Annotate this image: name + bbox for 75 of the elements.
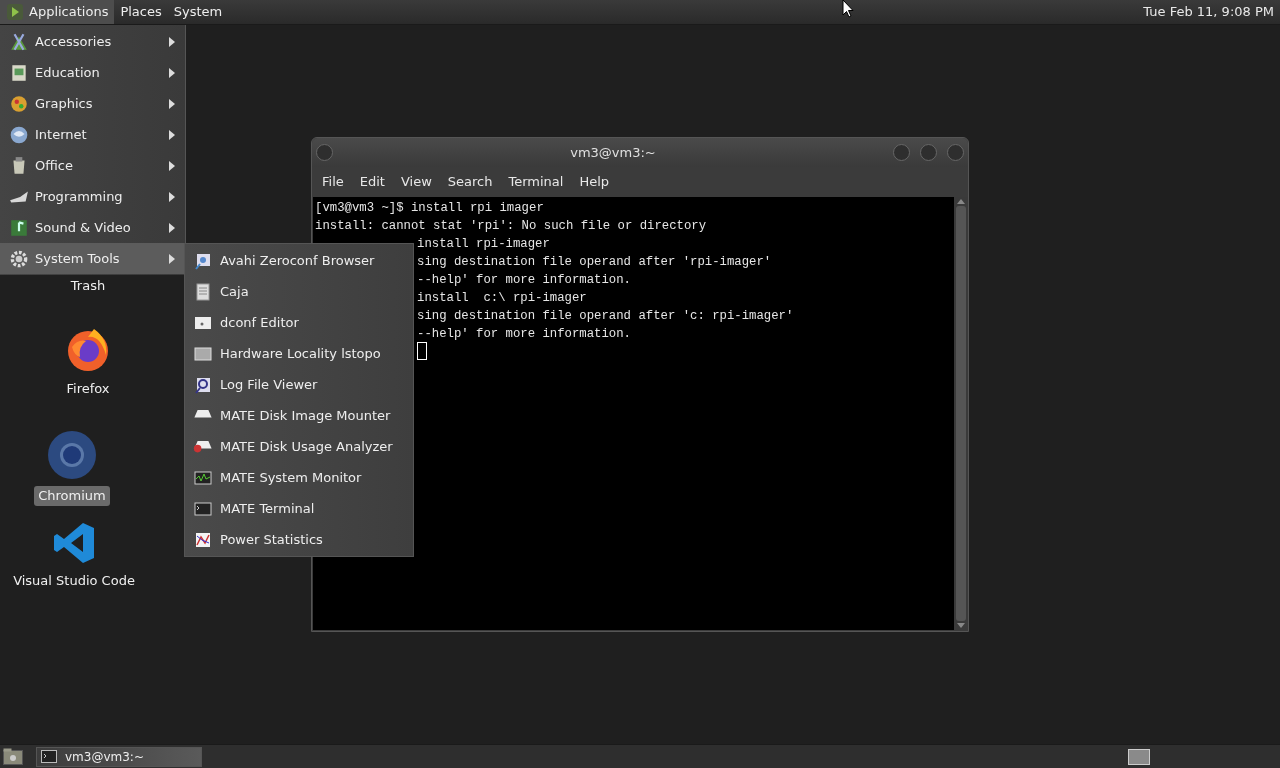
panel-menu[interactable]: System xyxy=(167,0,229,24)
menu-item[interactable]: MATE Disk Image Mounter xyxy=(185,400,413,431)
terminal-line: --help' for more information. xyxy=(417,272,631,289)
palette-icon xyxy=(9,93,29,114)
menu-item[interactable]: Avahi Zeroconf Browser xyxy=(185,245,413,276)
menu-item[interactable]: Hardware Locality lstopo xyxy=(185,338,413,369)
submenu-arrow-icon xyxy=(169,191,175,202)
submenu-arrow-icon xyxy=(169,222,175,233)
taskbar-button[interactable]: vm3@vm3:~ xyxy=(36,746,202,767)
menu-item[interactable]: Graphics xyxy=(0,88,185,119)
desktop-icon-label[interactable]: Firefox xyxy=(62,379,114,399)
browser-circle-icon xyxy=(47,430,97,480)
show-desktop-icon[interactable] xyxy=(3,748,23,765)
monitor-graph-icon xyxy=(193,468,213,487)
submenu-arrow-icon xyxy=(169,36,175,47)
menu-item[interactable]: Accessories xyxy=(0,26,185,57)
workspace-switcher[interactable] xyxy=(1128,748,1150,765)
mate-logo-icon xyxy=(6,3,24,21)
terminal-line: sing destination file operand after 'rpi-imager' xyxy=(417,254,772,271)
globe-icon xyxy=(9,124,29,145)
chart-icon xyxy=(193,530,213,549)
terminal-icon xyxy=(41,750,57,763)
menu-item[interactable]: Internet xyxy=(0,119,185,150)
clock[interactable]: Tue Feb 11, 9:08 PM xyxy=(1143,2,1280,22)
terminal-line: install: cannot stat 'rpi': No such file or directory xyxy=(315,218,707,235)
menu-item[interactable]: Log File Viewer xyxy=(185,369,413,400)
terminal-line: install c:\ rpi-imager xyxy=(417,290,587,307)
drive-icon xyxy=(193,439,213,454)
scrollbar[interactable] xyxy=(954,197,968,630)
mouse-pointer-icon xyxy=(842,0,854,18)
terminal-line: install rpi-imager xyxy=(417,236,550,253)
desktop-icon-label[interactable]: Chromium xyxy=(34,486,110,506)
magnifier-icon xyxy=(193,251,213,270)
text-cursor xyxy=(417,342,427,360)
submenu-arrow-icon xyxy=(169,253,175,264)
terminal-line: --help' for more information. xyxy=(417,326,631,343)
menu-item[interactable]: System Tools xyxy=(0,243,185,274)
panel-menu[interactable]: Places xyxy=(114,0,168,24)
menu-bar-item[interactable]: File xyxy=(314,172,352,192)
menu-item[interactable]: Education xyxy=(0,57,185,88)
menu-item[interactable]: dconf Editor xyxy=(185,307,413,338)
menu-bar-item[interactable]: Terminal xyxy=(500,172,572,192)
menu-bar-item[interactable]: View xyxy=(392,172,440,192)
scissors-icon xyxy=(9,31,29,52)
menu-item[interactable]: MATE System Monitor xyxy=(185,462,413,493)
maximize-button[interactable] xyxy=(920,144,937,161)
gear-icon xyxy=(9,248,29,269)
submenu-arrow-icon xyxy=(169,160,175,171)
menu-item[interactable]: Caja xyxy=(185,276,413,307)
terminal-line: [vm3@vm3 ~]$ install rpi imager xyxy=(315,200,544,217)
close-button[interactable] xyxy=(947,144,964,161)
menu-item[interactable]: MATE Terminal xyxy=(185,493,413,524)
submenu-arrow-icon xyxy=(169,129,175,140)
magnifier-icon xyxy=(193,375,213,394)
submenu-arrow-icon xyxy=(169,67,175,78)
desktop-icon-label[interactable]: Visual Studio Code xyxy=(9,571,139,591)
panel-menu[interactable]: Applications xyxy=(0,0,115,24)
desktop-icon-label[interactable]: Trash xyxy=(66,276,110,296)
window-title: vm3@vm3:~ xyxy=(569,143,657,162)
menu-item[interactable]: Sound & Video xyxy=(0,212,185,243)
minimize-button[interactable] xyxy=(893,144,910,161)
submenu-arrow-icon xyxy=(169,98,175,109)
menu-item[interactable]: Power Statistics xyxy=(185,524,413,555)
menu-item[interactable]: Programming xyxy=(0,181,185,212)
menu-bar-item[interactable]: Edit xyxy=(351,172,393,192)
menu-bar-item[interactable]: Help xyxy=(571,172,618,192)
terminal-line: sing destination file operand after 'c: rpi-imager' xyxy=(417,308,794,325)
menu-item[interactable]: Office xyxy=(0,150,185,181)
document-icon xyxy=(193,282,213,301)
window-menu-button[interactable] xyxy=(316,144,333,161)
code-editor-icon xyxy=(52,521,96,565)
menu-bar-item[interactable]: Search xyxy=(439,172,501,192)
window-icon xyxy=(193,344,213,363)
menu-item[interactable]: MATE Disk Usage Analyzer xyxy=(185,431,413,462)
terminal-icon xyxy=(193,499,213,518)
